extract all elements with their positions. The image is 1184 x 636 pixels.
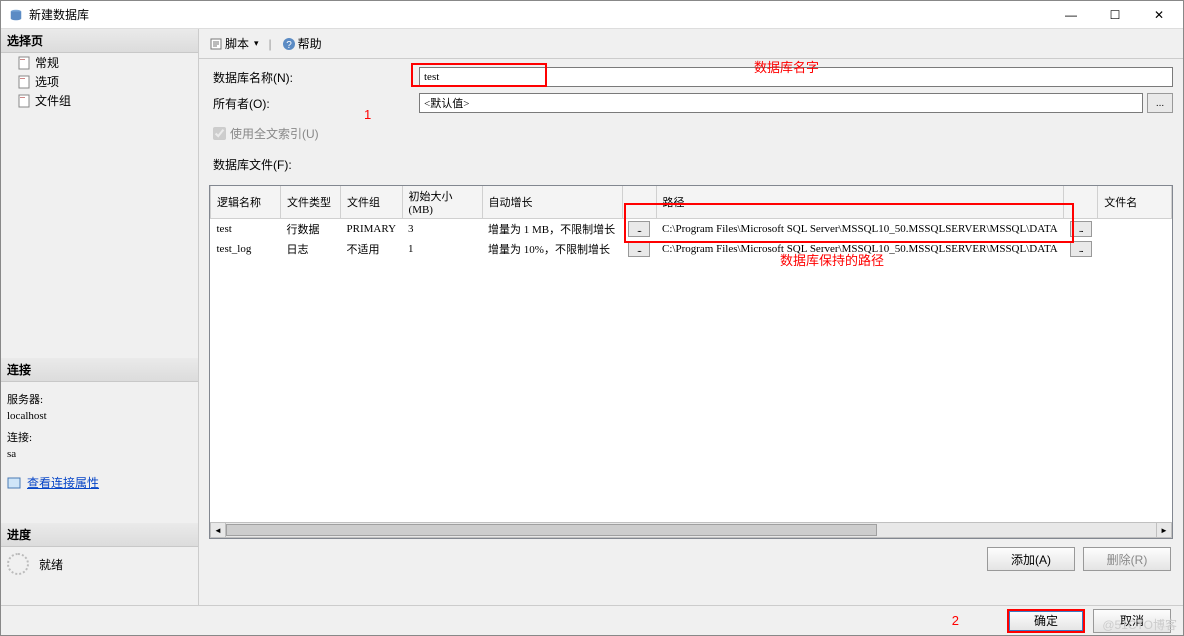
progress-header: 进度 (1, 523, 198, 547)
db-name-input[interactable] (419, 67, 1173, 87)
table-row[interactable]: test 行数据 PRIMARY 3 增量为 1 MB，不限制增长 ... C:… (211, 219, 1172, 240)
sidebar-item-label: 选项 (35, 73, 59, 90)
watermark: @51CTO博客 (1102, 616, 1177, 633)
help-icon: ? (282, 37, 296, 51)
table-row[interactable]: test_log 日志 不适用 1 增量为 10%，不限制增长 ... C:\P… (211, 239, 1172, 259)
path-browse-button[interactable]: ... (1070, 241, 1092, 257)
properties-icon (7, 476, 21, 490)
sidebar-item-filegroups[interactable]: 文件组 (1, 91, 198, 110)
remove-button: 删除(R) (1083, 547, 1171, 571)
server-label: 服务器: (7, 392, 192, 408)
server-value: localhost (7, 408, 192, 424)
scroll-left-button[interactable]: ◄ (210, 522, 226, 538)
col-autogrowth[interactable]: 自动增长 (482, 186, 622, 219)
toolbar: 脚本 ▾ | ? 帮助 (199, 29, 1183, 59)
scroll-thumb[interactable] (226, 524, 877, 536)
db-files-label: 数据库文件(F): (209, 152, 1173, 173)
col-path[interactable]: 路径 (656, 186, 1064, 219)
close-button[interactable]: ✕ (1137, 2, 1181, 28)
content-area: 脚本 ▾ | ? 帮助 数据库名字 数据库名称(N): 所有者(O): ... … (199, 29, 1183, 605)
select-page-header: 选择页 (1, 29, 198, 53)
sidebar: 选择页 常规 选项 文件组 连接 服务器: localhost 连接: sa 查… (1, 29, 199, 605)
page-icon (17, 75, 31, 89)
owner-browse-button[interactable]: ... (1147, 93, 1173, 113)
sidebar-item-label: 常规 (35, 54, 59, 71)
path-browse-button[interactable]: ... (1070, 221, 1092, 237)
dialog-footer: 2 确定 取消 (1, 605, 1183, 635)
col-file-type[interactable]: 文件类型 (281, 186, 341, 219)
col-init-size[interactable]: 初始大小(MB) (402, 186, 482, 219)
owner-label: 所有者(O): (209, 95, 419, 112)
sidebar-item-label: 文件组 (35, 92, 71, 109)
sidebar-item-options[interactable]: 选项 (1, 72, 198, 91)
scroll-right-button[interactable]: ► (1156, 522, 1172, 538)
ok-button[interactable]: 确定 (1007, 609, 1085, 633)
files-grid: 逻辑名称 文件类型 文件组 初始大小(MB) 自动增长 路径 文件名 test … (209, 185, 1173, 539)
connection-label: 连接: (7, 430, 192, 446)
svg-text:?: ? (286, 40, 292, 51)
horizontal-scrollbar[interactable]: ◄ ► (210, 522, 1172, 538)
window-title: 新建数据库 (29, 6, 1049, 23)
progress-status: 就绪 (39, 556, 63, 573)
add-button[interactable]: 添加(A) (987, 547, 1075, 571)
annotation-2: 2 (952, 613, 959, 628)
help-button[interactable]: ? 帮助 (278, 33, 326, 54)
col-growth-btn (622, 186, 656, 219)
progress-ring-icon (7, 553, 29, 575)
script-button[interactable]: 脚本 ▾ (205, 33, 263, 54)
chevron-down-icon: ▾ (254, 38, 259, 49)
page-icon (17, 56, 31, 70)
minimize-button[interactable]: — (1049, 2, 1093, 28)
fulltext-label: 使用全文索引(U) (230, 125, 319, 142)
sidebar-item-general[interactable]: 常规 (1, 53, 198, 72)
fulltext-checkbox (213, 127, 226, 140)
growth-browse-button[interactable]: ... (628, 221, 650, 237)
growth-browse-button[interactable]: ... (628, 241, 650, 257)
connection-header: 连接 (1, 358, 198, 382)
script-icon (209, 37, 223, 51)
col-file-group[interactable]: 文件组 (341, 186, 403, 219)
col-filename[interactable]: 文件名 (1098, 186, 1172, 219)
connection-value: sa (7, 446, 192, 462)
col-logical-name[interactable]: 逻辑名称 (211, 186, 281, 219)
view-connection-props-link[interactable]: 查看连接属性 (27, 474, 99, 491)
progress-status-row: 就绪 (1, 547, 198, 581)
col-path-btn (1064, 186, 1098, 219)
maximize-button[interactable]: ☐ (1093, 2, 1137, 28)
title-bar: 新建数据库 — ☐ ✕ (1, 1, 1183, 29)
db-name-label: 数据库名称(N): (209, 69, 419, 86)
page-icon (17, 94, 31, 108)
database-icon (9, 8, 23, 22)
owner-input[interactable] (419, 93, 1143, 113)
